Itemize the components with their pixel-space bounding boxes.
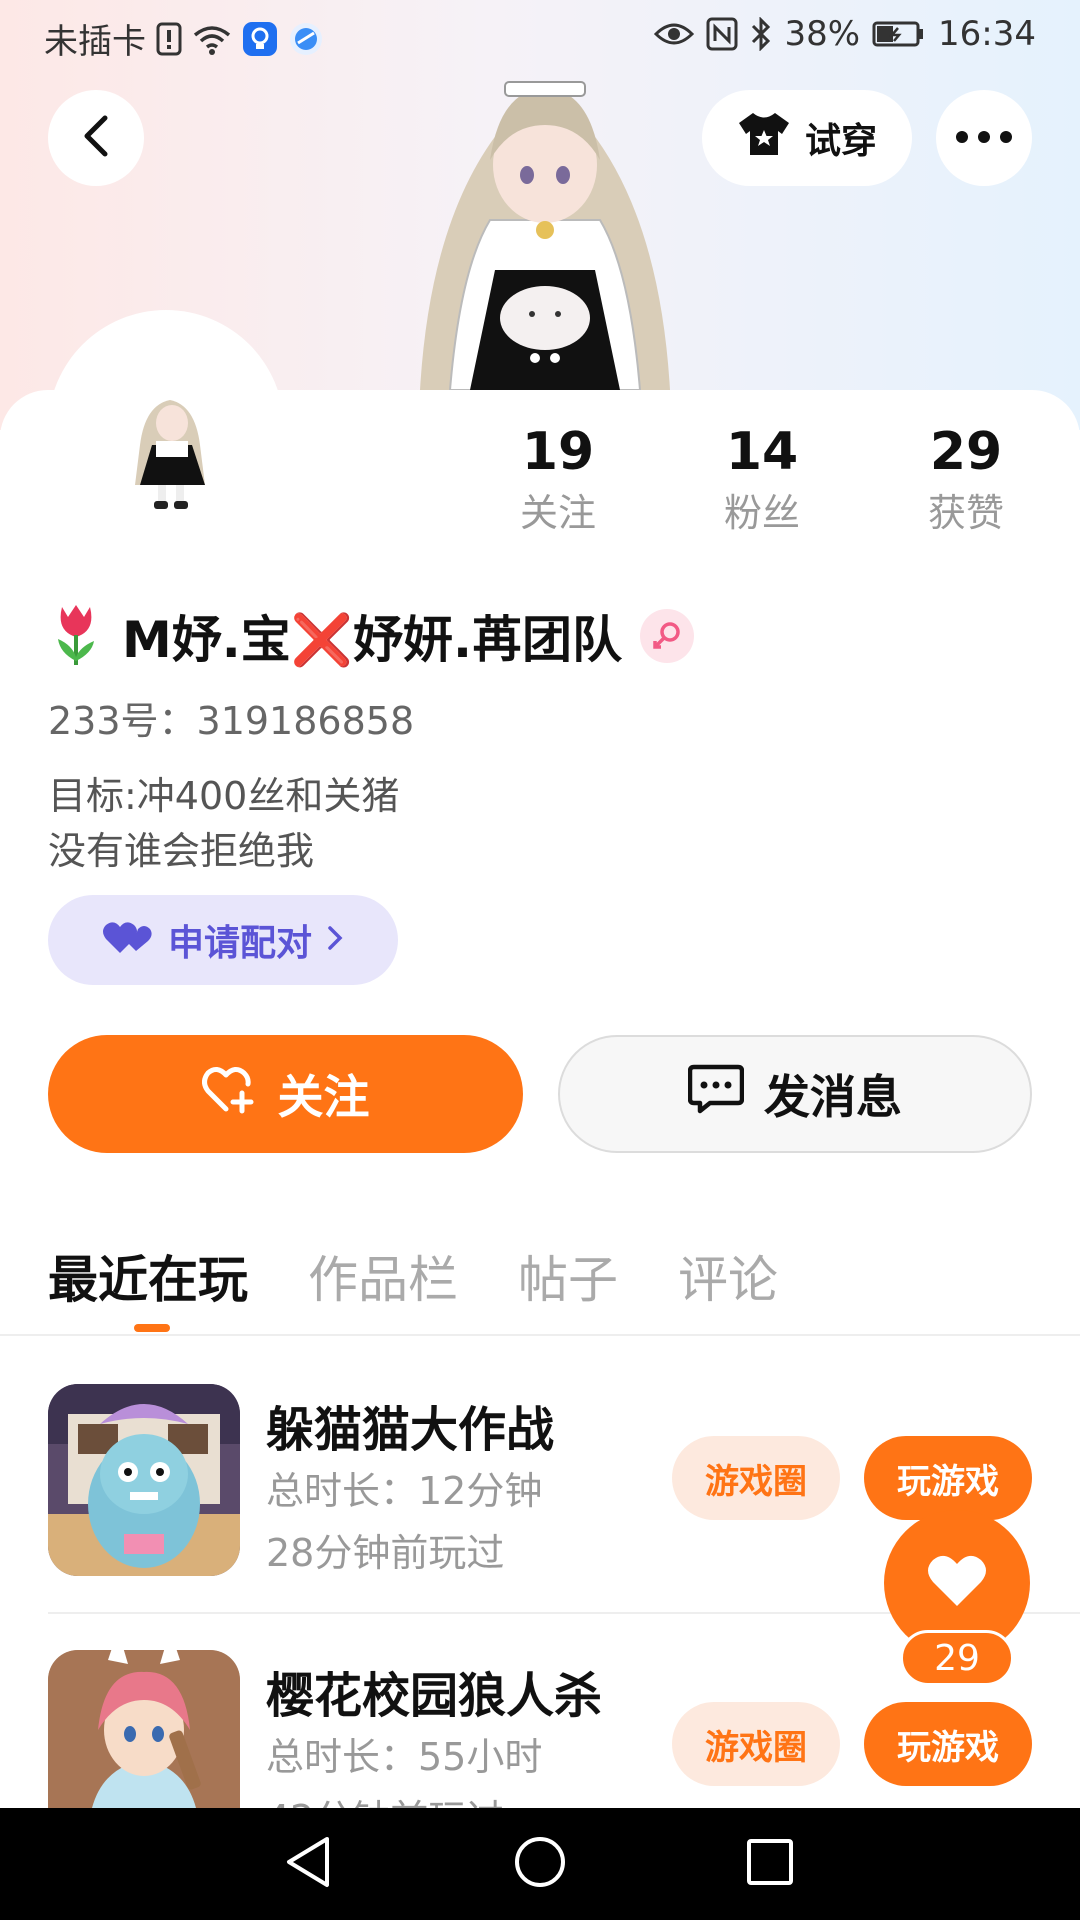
game-duration: 总时长：12分钟 [266, 1469, 543, 1513]
double-heart-icon [102, 917, 154, 964]
game-title: 躲猫猫大作战 [266, 1402, 555, 1458]
likes-count: 29 [929, 422, 1003, 482]
game-thumbnail[interactable] [48, 1384, 240, 1576]
following-label: 关注 [519, 491, 596, 535]
send-message-label: 发消息 [764, 1070, 902, 1124]
send-message-button[interactable]: 发消息 [558, 1035, 1032, 1153]
tab-comments[interactable]: 评论 [678, 1240, 778, 1312]
tulip-icon [48, 601, 104, 671]
following-count: 19 [521, 422, 595, 482]
wifi-icon [192, 23, 232, 55]
chevron-right-icon [326, 920, 344, 961]
character-illustration [380, 70, 710, 391]
back-button[interactable] [48, 90, 144, 186]
battery-icon [872, 20, 926, 48]
username-row: M妤.宝❌妤妍.苒团队 [48, 600, 694, 672]
try-on-label: 试穿 [804, 121, 877, 162]
play-game-button[interactable]: 玩游戏 [864, 1702, 1032, 1786]
bluetooth-icon [750, 17, 772, 51]
active-tab-indicator [134, 1324, 170, 1332]
game-list-item[interactable]: 樱花校园狼人杀 总时长：55小时 42分钟前玩过 游戏圈 玩游戏 [48, 1650, 1032, 1808]
triangle-back-icon [283, 1835, 333, 1893]
tab-posts[interactable]: 帖子 [518, 1240, 618, 1312]
status-bar: 未插卡 38% 16:34 [0, 0, 1080, 76]
request-pair-label: 申请配对 [167, 923, 312, 964]
follow-label: 关注 [277, 1070, 370, 1124]
stat-followers[interactable]: 14 粉丝 [682, 420, 842, 538]
game-thumbnail[interactable] [48, 1650, 240, 1808]
more-options-button[interactable] [936, 90, 1032, 186]
username: M妤.宝❌妤妍.苒团队 [122, 611, 622, 669]
floating-like-count: 29 [900, 1630, 1014, 1686]
bulb-app-icon [242, 21, 278, 57]
play-game-button[interactable]: 玩游戏 [864, 1436, 1032, 1520]
profile-tabs: 最近在玩 作品栏 帖子 评论 [48, 1240, 778, 1312]
game-circle-button[interactable]: 游戏圈 [672, 1436, 840, 1520]
clock-time: 16:34 [938, 14, 1036, 54]
tshirt-icon [737, 110, 791, 167]
browser-app-icon [288, 21, 324, 57]
chevron-left-icon [79, 114, 113, 162]
game-last-played: 42分钟前玩过 [266, 1788, 504, 1808]
tab-recently-played[interactable]: 最近在玩 [48, 1240, 248, 1312]
heart-plus-icon [201, 1063, 258, 1126]
user-id: 233号：319186858 [48, 699, 415, 743]
eye-icon [654, 20, 695, 48]
nfc-icon [706, 17, 738, 51]
nav-home-button[interactable] [510, 1834, 570, 1894]
nav-back-button[interactable] [278, 1834, 338, 1894]
bio-line-1: 目标:冲400丝和关猪 [48, 774, 400, 818]
stat-likes[interactable]: 29 获赞 [886, 420, 1046, 538]
game-list-item[interactable]: 躲猫猫大作战 总时长：12分钟 28分钟前玩过 游戏圈 玩游戏 [48, 1384, 1032, 1584]
square-recents-icon [745, 1837, 795, 1891]
follow-button[interactable]: 关注 [48, 1035, 523, 1153]
game-duration: 总时长：55小时 [266, 1735, 543, 1779]
followers-count: 14 [725, 422, 799, 482]
likes-label: 获赞 [927, 491, 1004, 535]
chat-bubble-icon [687, 1063, 745, 1126]
bio-line-2: 没有谁会拒绝我 [48, 829, 315, 873]
gender-female-icon [640, 609, 694, 663]
heart-icon [925, 1552, 989, 1614]
more-dots-icon [954, 129, 1014, 148]
tabs-divider [0, 1334, 1080, 1336]
profile-stats: 19 关注 14 粉丝 29 获赞 [0, 420, 1080, 540]
sim-alert-icon [156, 22, 182, 56]
tab-works[interactable]: 作品栏 [308, 1240, 458, 1312]
request-pair-button[interactable]: 申请配对 [48, 895, 398, 985]
nav-recents-button[interactable] [740, 1834, 800, 1894]
try-on-button[interactable]: 试穿 [702, 90, 912, 186]
stat-following[interactable]: 19 关注 [478, 420, 638, 538]
followers-label: 粉丝 [723, 491, 800, 535]
circle-home-icon [513, 1835, 567, 1893]
status-right: 38% 16:34 [654, 14, 1036, 54]
game-title: 樱花校园狼人杀 [266, 1668, 603, 1724]
status-left: 未插卡 [44, 14, 324, 63]
game-last-played: 28分钟前玩过 [266, 1531, 505, 1575]
carrier-text: 未插卡 [44, 22, 146, 62]
game-circle-button[interactable]: 游戏圈 [672, 1702, 840, 1786]
battery-percent: 38% [784, 14, 861, 54]
system-nav-bar [0, 1808, 1080, 1920]
